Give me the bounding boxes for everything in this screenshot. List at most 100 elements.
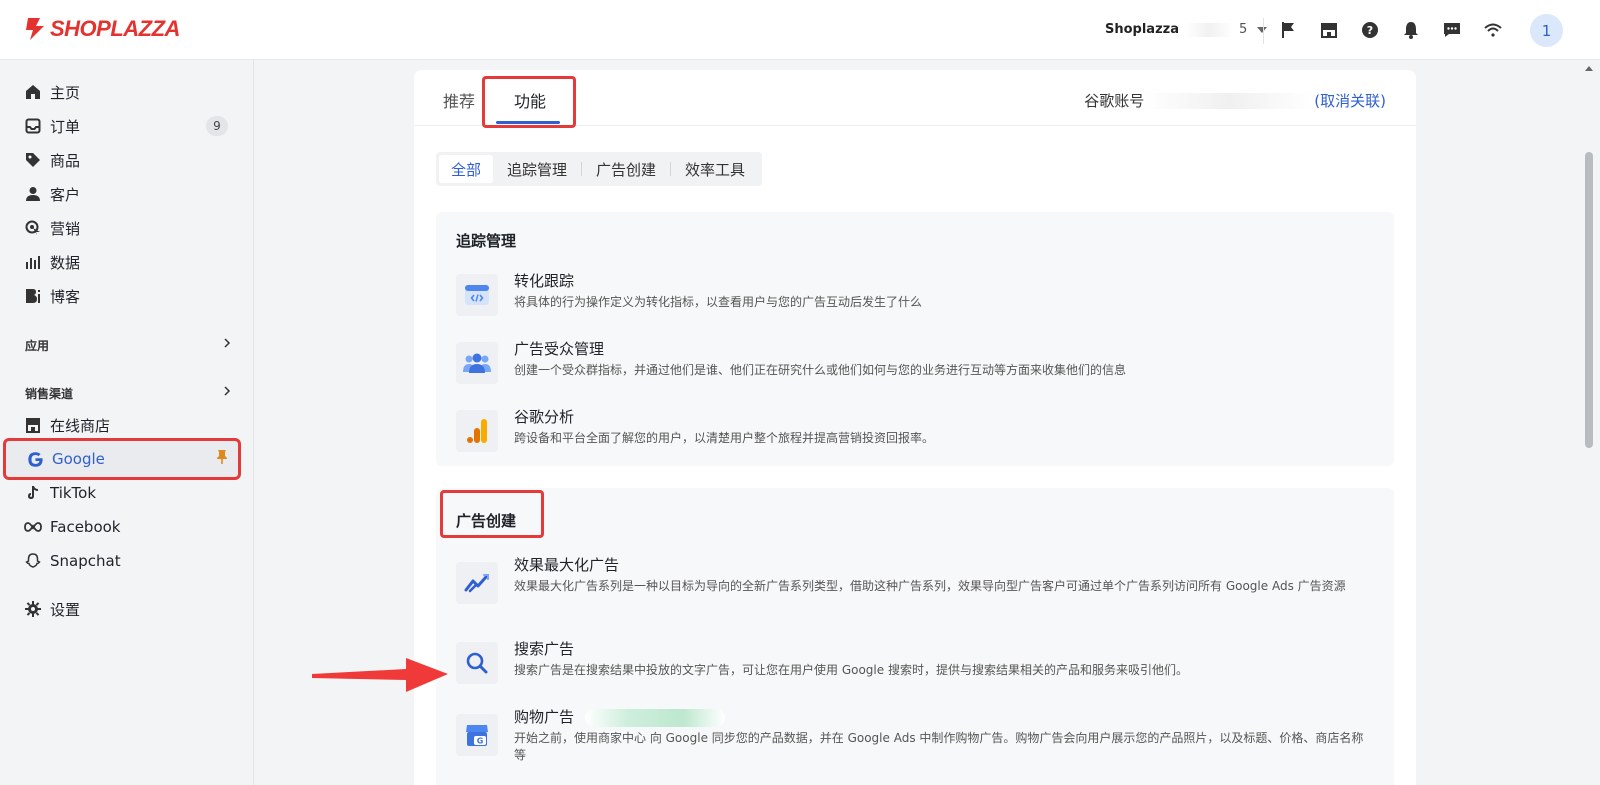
sidebar-item-orders[interactable]: 订单 9 (4, 109, 240, 143)
code-window-icon (456, 274, 498, 316)
user-avatar[interactable]: 1 (1530, 14, 1563, 47)
bar-chart-icon (24, 253, 42, 271)
wifi-icon[interactable] (1483, 20, 1503, 40)
tiktok-icon (24, 484, 42, 502)
search-icon (456, 642, 498, 684)
store-icon (24, 416, 42, 434)
blog-icon (24, 287, 42, 305)
inbox-icon (24, 117, 42, 135)
sidebar-item-home[interactable]: 主页 (4, 75, 240, 109)
scroll-thumb[interactable] (1585, 152, 1593, 448)
unlink-account-link[interactable]: (取消关联) (1314, 90, 1386, 111)
audience-icon (456, 342, 498, 384)
sidebar-item-label: Snapchat (50, 552, 121, 570)
feature-performance-max[interactable]: 效果最大化广告 效果最大化广告系列是一种以目标为导向的全新广告系列类型，借助这种… (456, 554, 1376, 616)
google-account-info: 谷歌账号 (取消关联) (1084, 90, 1386, 111)
tag-icon (24, 151, 42, 169)
feature-title: 搜索广告 (514, 640, 575, 658)
google-icon (26, 450, 44, 468)
feature-title: 效果最大化广告 (514, 556, 620, 574)
scroll-up-arrow[interactable] (1585, 66, 1593, 71)
feature-google-analytics[interactable]: 谷歌分析 跨设备和平台全面了解您的用户，以清楚用户整个旅程并提高营销投资回报率。 (456, 406, 1376, 462)
feature-title: 广告受众管理 (514, 340, 605, 358)
feature-description: 效果最大化广告系列是一种以目标为导向的全新广告系列类型，借助这种广告系列，效果导… (514, 579, 1346, 593)
sidebar-item-facebook[interactable]: Facebook (4, 510, 240, 544)
feature-title: 谷歌分析 (514, 408, 575, 426)
feature-audience-management[interactable]: 广告受众管理 创建一个受众群指标，并通过他们是谁、他们正在研究什么或他们如何与您… (456, 338, 1376, 394)
apps-section-label[interactable]: 应用 (25, 337, 49, 354)
sidebar-item-label: 客户 (50, 185, 81, 204)
tab-recommended[interactable]: 推荐 (443, 88, 475, 112)
shoplazza-logo-icon (26, 18, 44, 40)
help-icon[interactable]: ? (1360, 20, 1380, 40)
home-icon (24, 83, 42, 101)
account-label: 谷歌账号 (1084, 92, 1145, 110)
feature-search-ads[interactable]: 搜索广告 搜索广告是在搜索结果中投放的文字广告，可让您在用户使用 Google … (456, 638, 1376, 694)
page-scrollbar[interactable] (1582, 60, 1596, 785)
bell-icon[interactable] (1401, 20, 1421, 40)
store-icon[interactable] (1319, 20, 1339, 40)
tab-highlight-box (482, 76, 576, 128)
section-title: 广告创建 (456, 512, 517, 530)
sidebar-item-label: 商品 (50, 151, 81, 170)
feature-conversion-tracking[interactable]: 转化跟踪 将具体的行为操作定义为转化指标，以查看用户与您的广告互动后发生了什么 (456, 270, 1376, 326)
feature-shopping-ads[interactable]: G 购物广告 开始之前，使用商家中心 向 Google 同步您的产品数据，并在 … (456, 706, 1376, 768)
store-name: Shoplazza (1105, 22, 1179, 37)
redacted-badge (584, 708, 725, 727)
flag-icon[interactable] (1278, 20, 1298, 40)
chevron-right-icon[interactable] (222, 338, 232, 348)
gear-icon (24, 600, 42, 618)
feature-description: 创建一个受众群指标，并通过他们是谁、他们正在研究什么或他们如何与您的业务进行互动… (514, 363, 1127, 377)
top-bar: SHOPLAZZA Shoplazza 5 ? 1 (0, 0, 1600, 60)
ad-creation-section: 广告创建 效果最大化广告 效果最大化广告系列是一种以目标为导向的全新广告系列类型… (436, 488, 1394, 785)
filter-all[interactable]: 全部 (439, 155, 493, 183)
tracking-section: 追踪管理 转化跟踪 将具体的行为操作定义为转化指标，以查看用户与您的广告互动后发… (436, 212, 1394, 466)
sidebar-item-label: 数据 (50, 253, 81, 272)
orders-count-badge: 9 (206, 116, 228, 136)
sidebar-item-customers[interactable]: 客户 (4, 177, 240, 211)
sidebar-item-label: 在线商店 (50, 416, 111, 435)
topbar-divider (1263, 18, 1264, 44)
person-icon (24, 185, 42, 203)
sidebar-item-settings[interactable]: 设置 (4, 592, 240, 626)
pin-icon[interactable] (216, 449, 228, 469)
sidebar-item-snapchat[interactable]: Snapchat (4, 544, 240, 578)
store-name-redacted (1185, 22, 1233, 37)
sidebar-item-label: 主页 (50, 83, 81, 102)
logo-text: SHOPLAZZA (50, 16, 180, 41)
main-panel: 推荐 功能 谷歌账号 (取消关联) 全部 追踪管理 广告创建 效率工具 追踪管理… (414, 70, 1416, 785)
sales-channels-section-label[interactable]: 销售渠道 (25, 385, 73, 402)
filter-tracking[interactable]: 追踪管理 (493, 155, 581, 183)
shoplazza-logo[interactable]: SHOPLAZZA (24, 16, 180, 42)
filter-efficiency-tools[interactable]: 效率工具 (671, 155, 759, 183)
account-redacted (1144, 92, 1315, 109)
meta-icon (24, 518, 42, 536)
sidebar-item-online-store[interactable]: 在线商店 (4, 408, 240, 442)
annotation-arrow (312, 658, 448, 692)
message-icon[interactable] (1442, 20, 1462, 40)
feature-title: 购物广告 (514, 708, 575, 726)
svg-text:?: ? (1367, 24, 1373, 37)
sidebar-item-label: 博客 (50, 287, 81, 306)
store-name-suffix: 5 (1239, 22, 1248, 37)
sidebar: 主页 订单 9 商品 客户 营销 数据 博客 应用 销售渠道 在线商店 Goog… (0, 60, 254, 785)
sidebar-item-tiktok[interactable]: TikTok (4, 476, 240, 510)
sidebar-item-analytics[interactable]: 数据 (4, 245, 240, 279)
filter-bar: 全部 追踪管理 广告创建 效率工具 (436, 152, 762, 186)
store-switcher[interactable]: Shoplazza 5 (1105, 22, 1268, 37)
svg-text:G: G (477, 737, 484, 746)
sidebar-item-blog[interactable]: 博客 (4, 279, 240, 313)
top-tabs: 推荐 功能 谷歌账号 (取消关联) (414, 70, 1416, 128)
chevron-right-icon[interactable] (222, 386, 232, 396)
feature-description: 跨设备和平台全面了解您的用户，以清楚用户整个旅程并提高营销投资回报率。 (514, 431, 935, 445)
sidebar-item-google[interactable]: Google (3, 438, 241, 480)
feature-description: 开始之前，使用商家中心 向 Google 同步您的产品数据，并在 Google … (514, 731, 1364, 762)
sidebar-item-label: TikTok (50, 484, 97, 502)
sidebar-item-products[interactable]: 商品 (4, 143, 240, 177)
sidebar-item-label: Facebook (50, 518, 121, 536)
filter-ad-creation[interactable]: 广告创建 (582, 155, 670, 183)
sidebar-item-marketing[interactable]: 营销 (4, 211, 240, 245)
sidebar-item-label: 订单 (50, 117, 81, 136)
feature-description: 搜索广告是在搜索结果中投放的文字广告，可让您在用户使用 Google 搜索时，提… (514, 663, 1188, 677)
sidebar-item-label: 营销 (50, 219, 81, 238)
